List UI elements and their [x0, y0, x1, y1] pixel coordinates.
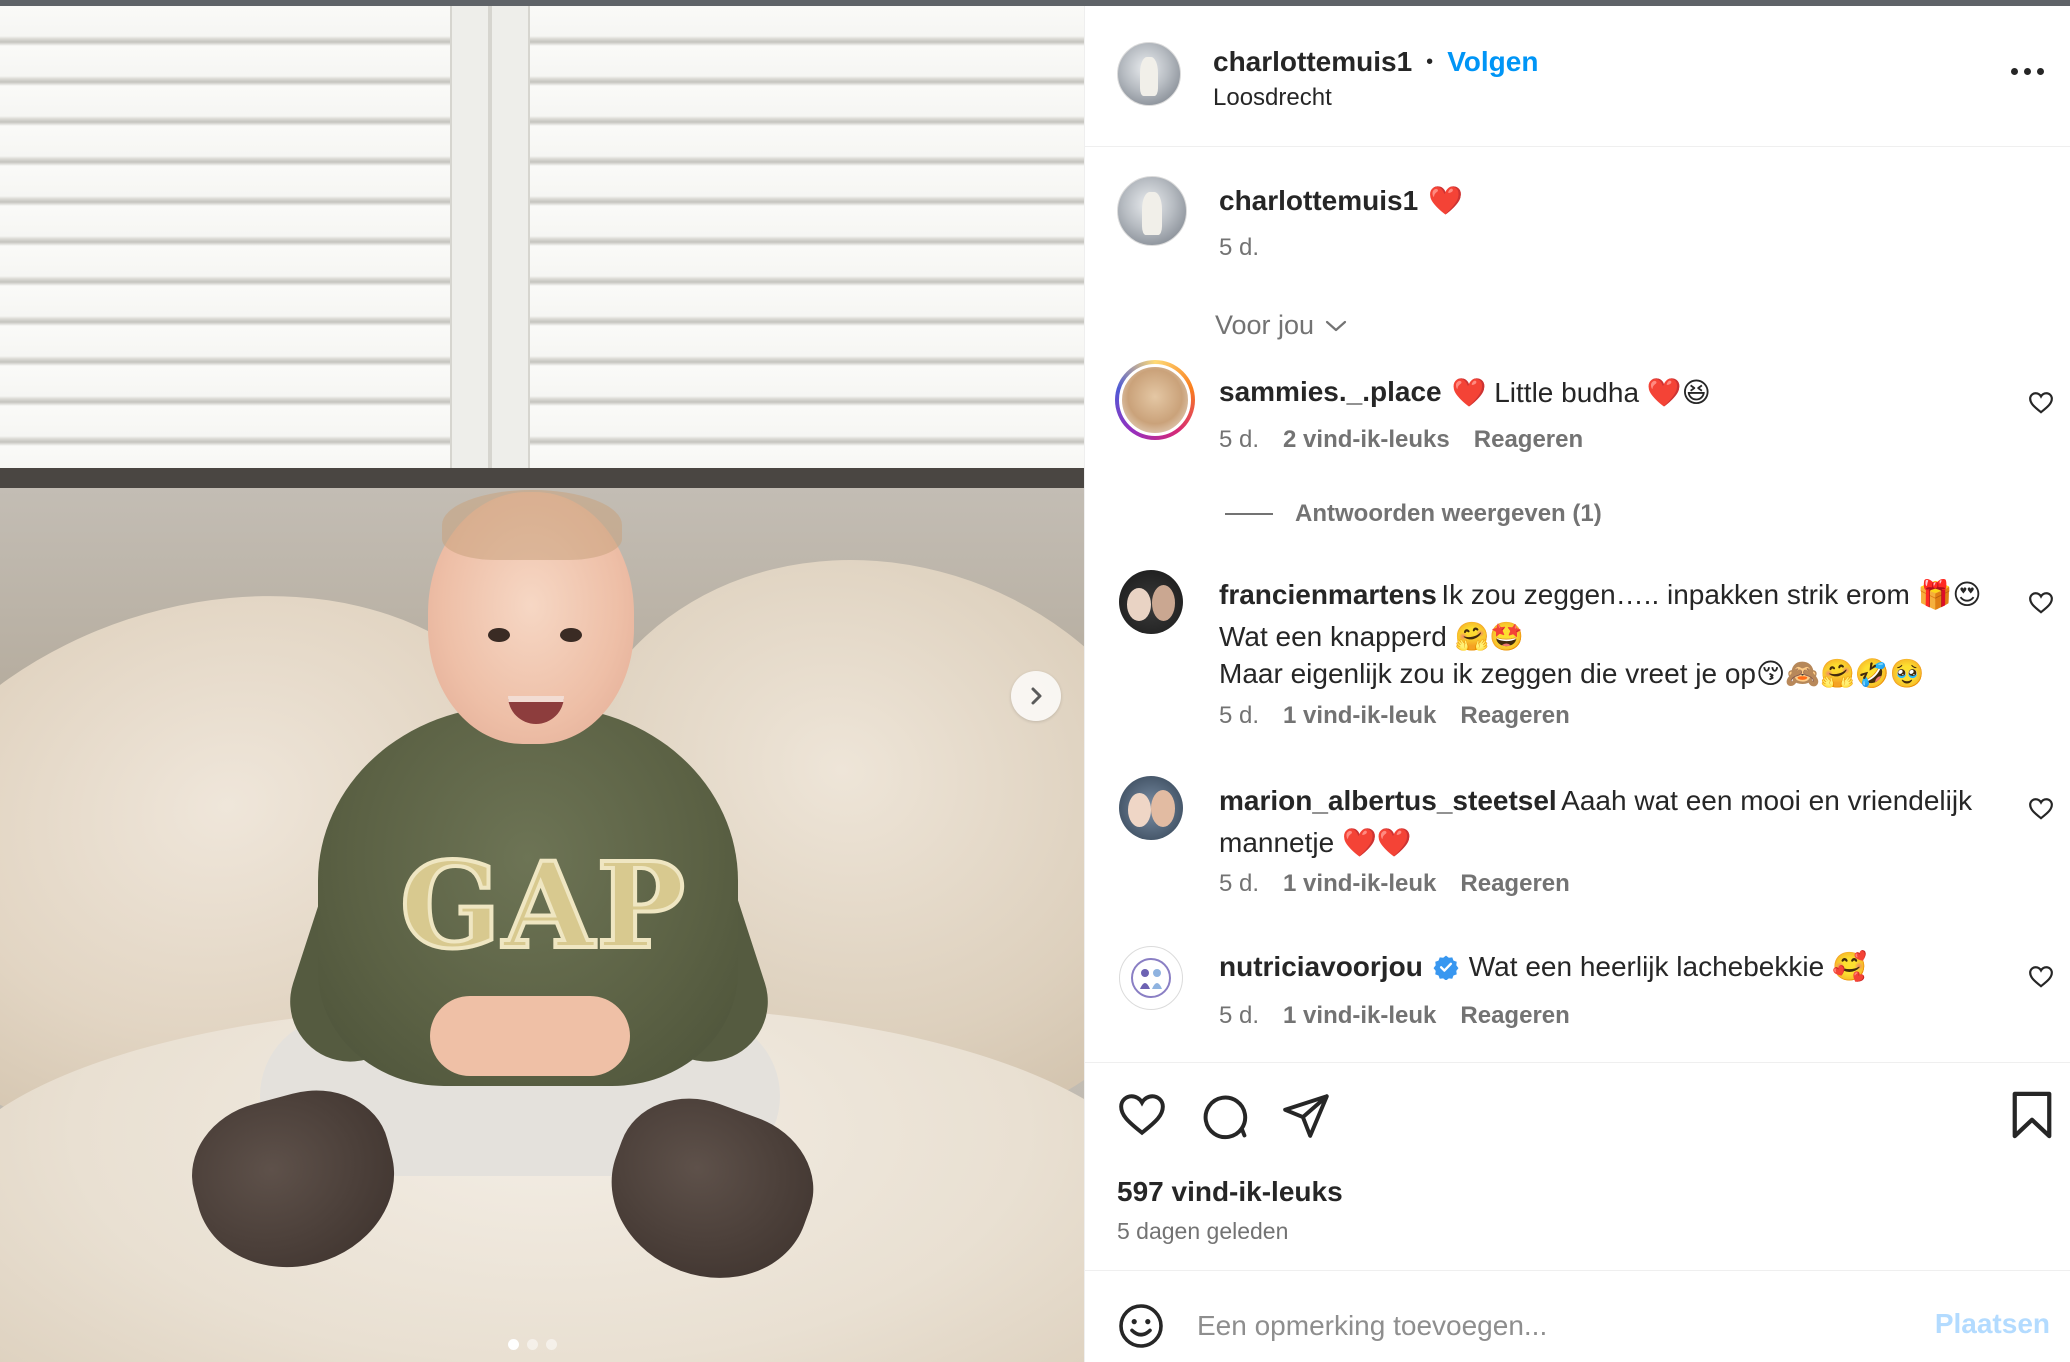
brand-logo-icon: [1131, 958, 1171, 998]
comment-text: Ik zou zeggen….. inpakken strik erom 🎁😍: [1441, 579, 1982, 610]
more-options-icon: [2011, 68, 2018, 75]
comment-text-line: Wat een knapperd 🤗🤩: [1219, 621, 1525, 652]
more-options-button[interactable]: [2011, 68, 2044, 75]
carousel-indicator: [508, 1339, 557, 1350]
commenter-avatar[interactable]: [1119, 776, 1183, 840]
actions-divider: [1085, 1062, 2070, 1063]
comment-text-line: mannetje ❤️❤️: [1219, 827, 1412, 858]
comment-username[interactable]: francienmartens: [1219, 579, 1437, 610]
caption-time: 5 d.: [1219, 234, 1260, 261]
commenter-avatar[interactable]: [1115, 360, 1195, 440]
caption-avatar[interactable]: [1117, 176, 1187, 246]
reply-button[interactable]: Reageren: [1460, 702, 1569, 730]
like-heart-icon[interactable]: [1117, 1090, 1167, 1140]
comment-2: francienmartens Ik zou zeggen….. inpakke…: [1219, 576, 2029, 692]
comment-box-divider: [1085, 1270, 2070, 1271]
comment-3: marion_albertus_steetsel Aaah wat een mo…: [1219, 782, 2009, 861]
comment-text-line: Maar eigenlijk zou ik zeggen die vreet j…: [1219, 658, 1925, 689]
carousel-dot: [527, 1339, 538, 1350]
comment-text: Aaah wat een mooi en vriendelijk: [1561, 785, 1973, 816]
comment-filter-label: Voor jou: [1215, 310, 1315, 340]
smiley-icon[interactable]: [1117, 1302, 1165, 1350]
author-username[interactable]: charlottemuis1: [1213, 46, 1412, 78]
comment-like-heart-icon[interactable]: [2028, 390, 2054, 416]
comment-meta: 5 d. 1 vind-ik-leuk Reageren: [1219, 1002, 1570, 1030]
comment-like-heart-icon[interactable]: [2028, 796, 2054, 822]
reply-button[interactable]: Reageren: [1474, 426, 1583, 454]
post-comment-button[interactable]: Plaatsen: [1935, 1308, 2050, 1340]
header-divider: [1085, 146, 2070, 147]
bookmark-icon[interactable]: [2009, 1090, 2055, 1140]
comment-bubble-icon[interactable]: [1199, 1090, 1249, 1140]
commenter-avatar[interactable]: [1119, 946, 1183, 1010]
post-like-count[interactable]: 597 vind-ik-leuks: [1117, 1176, 1343, 1208]
reply-button[interactable]: Reageren: [1460, 1002, 1569, 1030]
view-replies-line: [1225, 513, 1273, 515]
post-photo[interactable]: GAP: [0, 6, 1084, 1362]
comment-time: 5 d.: [1219, 1002, 1260, 1029]
comment-like-heart-icon[interactable]: [2028, 590, 2054, 616]
comment-likes[interactable]: 1 vind-ik-leuk: [1283, 1002, 1436, 1030]
comment-time: 5 d.: [1219, 870, 1260, 897]
post-location[interactable]: Loosdrecht: [1213, 84, 1332, 112]
comment-likes[interactable]: 1 vind-ik-leuk: [1283, 870, 1436, 898]
author-avatar[interactable]: [1117, 42, 1181, 106]
comment-likes[interactable]: 2 vind-ik-leuks: [1283, 426, 1450, 454]
comment-time: 5 d.: [1219, 426, 1260, 453]
comment-filter-dropdown[interactable]: Voor jou: [1215, 310, 1348, 341]
comment-username[interactable]: nutriciavoorjou: [1219, 951, 1423, 983]
carousel-dot: [546, 1339, 557, 1350]
carousel-next-button[interactable]: [1011, 671, 1061, 721]
photo-baby-hands: [430, 996, 630, 1076]
comment-time: 5 d.: [1219, 702, 1260, 729]
reply-button[interactable]: Reageren: [1460, 870, 1569, 898]
header-separator: •: [1426, 50, 1434, 73]
photo-sweater-logo: GAP: [398, 834, 688, 977]
view-replies-label: Antwoorden weergeven (1): [1295, 500, 1602, 527]
comment-meta: 5 d. 2 vind-ik-leuks Reageren: [1219, 426, 1583, 454]
photo-baby-eye-left: [488, 628, 510, 642]
comment-like-heart-icon[interactable]: [2028, 964, 2054, 990]
post-side-panel: charlottemuis1 • Volgen Loosdrecht charl…: [1084, 6, 2070, 1362]
photo-window-sill: [0, 468, 1084, 488]
post-time: 5 dagen geleden: [1117, 1218, 1289, 1244]
comment-likes[interactable]: 1 vind-ik-leuk: [1283, 702, 1436, 730]
commenter-avatar[interactable]: [1119, 570, 1183, 634]
comment-meta: 5 d. 1 vind-ik-leuk Reageren: [1219, 870, 1570, 898]
chevron-down-icon: [1325, 320, 1347, 331]
comment-username[interactable]: marion_albertus_steetsel: [1219, 785, 1557, 816]
chevron-right-icon: [1031, 687, 1042, 705]
comment-input[interactable]: [1197, 1304, 1897, 1348]
paper-plane-icon[interactable]: [1281, 1090, 1331, 1140]
caption-text: ❤️: [1428, 185, 1464, 216]
comment-4: nutriciavoorjou Wat een heerlijk lachebe…: [1219, 950, 1867, 983]
follow-button[interactable]: Volgen: [1447, 46, 1538, 78]
caption: charlottemuis1 ❤️: [1219, 184, 1463, 217]
comment-text: ❤️ Little budha ❤️😆: [1451, 377, 1711, 408]
comment-text: Wat een heerlijk lachebekkie 🥰: [1468, 951, 1867, 982]
comment-meta: 5 d. 1 vind-ik-leuk Reageren: [1219, 702, 1570, 730]
carousel-dot: [508, 1339, 519, 1350]
comment-username[interactable]: sammies._.place: [1219, 376, 1442, 409]
verified-badge-icon: [1433, 955, 1459, 980]
post-header: charlottemuis1 • Volgen: [1213, 46, 1538, 78]
photo-shutters: [0, 6, 1084, 486]
avatar-image: [1119, 364, 1191, 436]
photo-baby-hair: [442, 490, 622, 560]
view-replies-button[interactable]: Antwoorden weergeven (1): [1225, 500, 1602, 528]
caption-username[interactable]: charlottemuis1: [1219, 185, 1418, 217]
comment-1: sammies._.place ❤️ Little budha ❤️😆: [1219, 376, 1711, 409]
photo-baby-eye-right: [560, 628, 582, 642]
